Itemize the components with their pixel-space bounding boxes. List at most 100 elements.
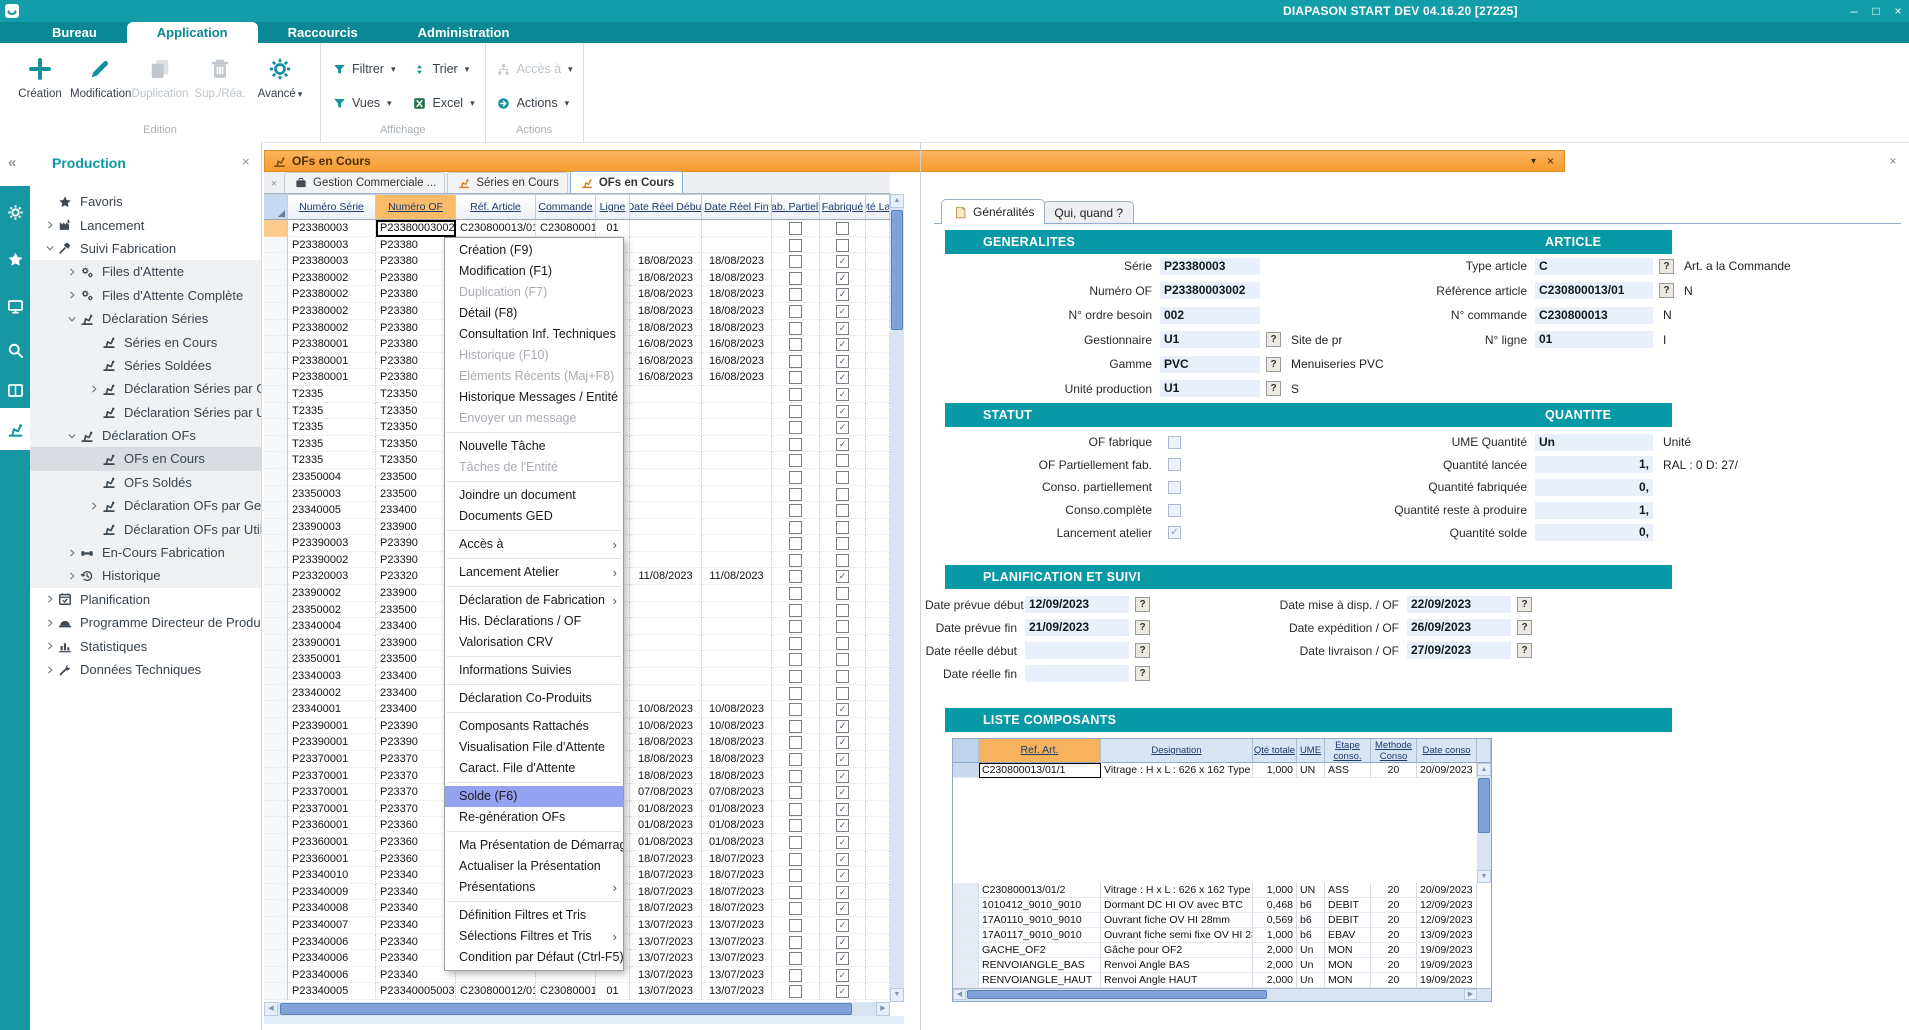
help-button[interactable]: ? xyxy=(1135,620,1150,635)
menu-item-joindre-un-document[interactable]: Joindre un document xyxy=(445,485,623,506)
tree-item-files-d-attente-complete[interactable]: Files d'Attente Complète xyxy=(30,284,261,307)
field-value[interactable]: 002 xyxy=(1160,307,1260,324)
field-value[interactable]: 22/09/2023 xyxy=(1407,596,1511,613)
collapse-sidebar-button[interactable]: « xyxy=(8,154,16,171)
scroll-right-arrow[interactable]: ▶ xyxy=(876,1002,890,1016)
filtrer-button[interactable]: Filtrer▾ xyxy=(331,55,395,83)
row-selector[interactable] xyxy=(264,851,288,868)
row-selector[interactable] xyxy=(953,943,979,958)
chevron-right-icon[interactable] xyxy=(86,498,102,514)
minimize-button[interactable]: – xyxy=(1843,0,1865,22)
menu-item-caract-file-d-attente[interactable]: Caract. File d'Attente xyxy=(445,758,623,779)
menu-item-consultation-inf-techniques[interactable]: Consultation Inf. Techniques xyxy=(445,324,623,345)
row-selector[interactable] xyxy=(953,913,979,928)
scroll-down-arrow[interactable]: ▼ xyxy=(1477,870,1491,883)
field-value[interactable]: C230800013 xyxy=(1535,307,1653,324)
tree-item-lancement[interactable]: Lancement xyxy=(30,213,261,236)
menu-item-modification-f1[interactable]: Modification (F1) xyxy=(445,261,623,282)
row-selector[interactable] xyxy=(264,436,288,453)
chevron-right-icon[interactable] xyxy=(42,591,58,607)
column-header-commande[interactable]: Commande xyxy=(536,194,596,220)
row-selector[interactable] xyxy=(264,734,288,751)
field-value[interactable]: 21/09/2023 xyxy=(1025,619,1129,636)
row-selector[interactable] xyxy=(264,469,288,486)
search-rail-button[interactable] xyxy=(0,332,30,368)
trier-button[interactable]: Trier▾ xyxy=(411,55,474,83)
scrollbar-thumb[interactable] xyxy=(1478,778,1490,833)
row-selector[interactable] xyxy=(264,486,288,503)
row-selector[interactable] xyxy=(953,883,979,898)
tree-item-en-cours-fabrication[interactable]: En-Cours Fabrication xyxy=(30,541,261,564)
row-selector[interactable] xyxy=(264,651,288,668)
table-row[interactable]: P23340005P23340005003C230800012/01C23080… xyxy=(264,983,890,1000)
close-button[interactable]: × xyxy=(1887,0,1909,22)
menu-item-condition-par-defaut-ctrl-f5[interactable]: Condition par Défaut (Ctrl-F5) xyxy=(445,947,623,968)
checkbox[interactable] xyxy=(1168,481,1181,494)
column-header-fab-partielle[interactable]: Fab. Partielle xyxy=(772,194,820,220)
row-selector[interactable] xyxy=(264,568,288,585)
tree-item-declaration-series[interactable]: Déclaration Séries xyxy=(30,307,261,330)
menu-item-detail-f8[interactable]: Détail (F8) xyxy=(445,303,623,324)
checkbox[interactable] xyxy=(1168,458,1181,471)
menu-item-declaration-co-produits[interactable]: Déclaration Co-Produits xyxy=(445,688,623,709)
menu-item-documents-ged[interactable]: Documents GED xyxy=(445,506,623,527)
composant-column-ref-art[interactable]: Ref. Art. xyxy=(979,739,1101,763)
field-value[interactable]: 26/09/2023 xyxy=(1407,619,1511,636)
row-selector[interactable] xyxy=(264,834,288,851)
menu-item-informations-suivies[interactable]: Informations Suivies xyxy=(445,660,623,681)
detail-tab-generalites[interactable]: Généralités xyxy=(941,199,1045,224)
row-selector[interactable] xyxy=(264,618,288,635)
tree-item-statistiques[interactable]: Statistiques xyxy=(30,634,261,657)
checkbox[interactable] xyxy=(1168,436,1181,449)
menu-item-selections-filtres-et-tris[interactable]: Sélections Filtres et Tris› xyxy=(445,926,623,947)
close-detail-button[interactable]: × xyxy=(1884,152,1902,170)
tree-item-series-en-cours[interactable]: Séries en Cours xyxy=(30,330,261,353)
row-selector[interactable] xyxy=(264,635,288,652)
row-selector[interactable] xyxy=(264,286,288,303)
help-button[interactable]: ? xyxy=(1517,597,1532,612)
tree-item-declaration-ofs[interactable]: Déclaration OFs xyxy=(30,424,261,447)
row-selector[interactable] xyxy=(264,900,288,917)
column-header-date-reel-debut[interactable]: Date Réel Début xyxy=(630,194,702,220)
row-selector[interactable] xyxy=(264,237,288,254)
column-header-numero-of[interactable]: Numéro OF xyxy=(376,194,456,220)
row-selector[interactable] xyxy=(264,934,288,951)
tree-item-donnees-techniques[interactable]: Données Techniques xyxy=(30,658,261,681)
chevron-right-icon[interactable] xyxy=(86,381,102,397)
help-button[interactable]: ? xyxy=(1266,381,1281,396)
scroll-up-arrow[interactable]: ▲ xyxy=(1477,763,1491,776)
chevron-right-icon[interactable] xyxy=(64,568,80,584)
help-button[interactable]: ? xyxy=(1659,283,1674,298)
row-selector[interactable] xyxy=(264,967,288,984)
row-selector[interactable] xyxy=(264,452,288,469)
field-value[interactable]: 12/09/2023 xyxy=(1025,596,1129,613)
column-header-ref-article[interactable]: Réf. Article xyxy=(456,194,536,220)
scrollbar-thumb[interactable] xyxy=(967,990,1267,999)
row-selector[interactable] xyxy=(264,403,288,420)
help-button[interactable]: ? xyxy=(1517,643,1532,658)
tree-item-favoris[interactable]: Favoris xyxy=(30,190,261,213)
row-selector[interactable] xyxy=(264,768,288,785)
row-selector[interactable] xyxy=(264,950,288,967)
field-value[interactable]: 0, xyxy=(1535,524,1653,541)
help-button[interactable]: ? xyxy=(1135,597,1150,612)
tree-item-declaration-ofs-par-gestionnaire[interactable]: Déclaration OFs par Gestionnaire xyxy=(30,494,261,517)
row-selector[interactable] xyxy=(264,585,288,602)
column-header-ligne[interactable]: Ligne xyxy=(596,194,630,220)
field-value[interactable]: C xyxy=(1535,258,1653,275)
help-button[interactable]: ? xyxy=(1517,620,1532,635)
checkbox[interactable]: ✓ xyxy=(1168,526,1181,539)
menu-administration[interactable]: Administration xyxy=(388,22,540,43)
row-selector[interactable] xyxy=(264,270,288,287)
composant-row[interactable]: RENVOIANGLE_BASRenvoi Angle BAS2,000UnMO… xyxy=(953,958,1491,973)
row-selector[interactable] xyxy=(264,867,288,884)
row-selector[interactable] xyxy=(264,369,288,386)
field-value[interactable]: C230800013/01 xyxy=(1535,282,1653,299)
field-value[interactable]: Un xyxy=(1535,434,1653,451)
corner-cell[interactable] xyxy=(953,739,979,763)
menu-item-nouvelle-tache[interactable]: Nouvelle Tâche xyxy=(445,436,623,457)
grid-horizontal-scrollbar[interactable]: ◀ ▶ xyxy=(264,1002,890,1016)
menu-item-composants-rattaches[interactable]: Composants Rattachés xyxy=(445,716,623,737)
row-selector[interactable] xyxy=(264,817,288,834)
composant-column-qte-totale[interactable]: Qté totale xyxy=(1253,739,1297,763)
